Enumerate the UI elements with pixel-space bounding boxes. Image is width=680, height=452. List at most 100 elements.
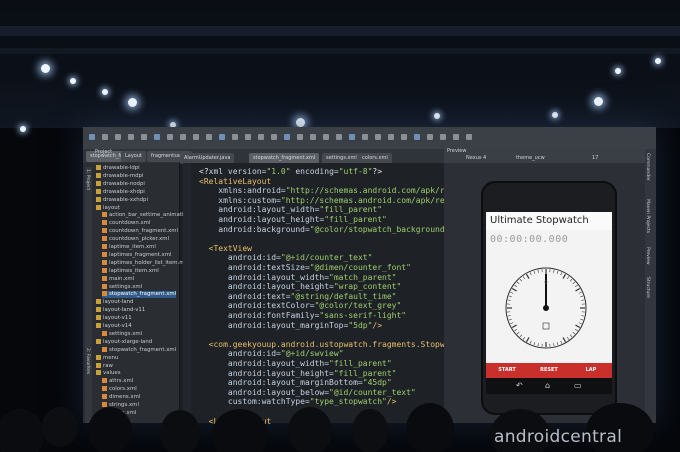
tree-folder[interactable]: drawable-nodpi bbox=[96, 180, 145, 188]
code-editor[interactable]: <?xml version="1.0" encoding="utf-8"?> <R… bbox=[191, 163, 474, 426]
toolbar-button-icon[interactable] bbox=[141, 134, 147, 140]
code-token: "fill_parent" bbox=[329, 359, 392, 368]
tree-file[interactable]: countdown_fragment.xml bbox=[102, 228, 178, 235]
reset-button[interactable]: RESET bbox=[528, 363, 570, 378]
tree-file[interactable]: countdown.xml bbox=[102, 220, 150, 227]
tree-folder[interactable]: menu bbox=[96, 354, 118, 362]
tree-file[interactable]: laptimes_fragment.xml bbox=[102, 251, 172, 259]
start-button[interactable]: START bbox=[486, 363, 528, 378]
editor-tab[interactable]: Layout bbox=[121, 151, 146, 162]
tree-file[interactable]: settings.xml bbox=[102, 283, 142, 291]
preview-tab[interactable]: Preview bbox=[645, 247, 650, 265]
code-line: <com.geekyouup.android.ustopwatch.fragme… bbox=[199, 340, 459, 350]
tree-folder[interactable]: values bbox=[96, 370, 121, 377]
stage-light bbox=[434, 113, 440, 119]
toolbar-button-icon[interactable] bbox=[89, 134, 95, 140]
code-line: android:layout_width="match_parent" bbox=[199, 273, 397, 283]
toolbar-button-icon[interactable] bbox=[310, 134, 316, 140]
toolbar-button-icon[interactable] bbox=[466, 134, 472, 140]
toolbar-button-icon[interactable] bbox=[323, 134, 329, 140]
tree-folder[interactable]: layout bbox=[96, 204, 120, 212]
tree-folder[interactable]: layout-land bbox=[96, 299, 133, 306]
toolbar-button-icon[interactable] bbox=[427, 134, 433, 140]
lighting-rig-lower bbox=[0, 48, 680, 54]
tree-file[interactable]: stopwatch_fragment.xml bbox=[102, 291, 177, 299]
tree-file[interactable]: laptime_item.xml bbox=[102, 244, 156, 251]
tree-file[interactable]: attrs.xml bbox=[102, 378, 133, 385]
toolbar-button-icon[interactable] bbox=[206, 134, 212, 140]
watermark: androidcentral bbox=[494, 427, 623, 447]
tree-folder[interactable]: layout-xlarge-land bbox=[96, 338, 152, 346]
toolbar-button-icon[interactable] bbox=[440, 134, 446, 140]
toolbar-button-icon[interactable] bbox=[271, 134, 277, 140]
folder-icon bbox=[96, 338, 101, 344]
tree-folder[interactable]: drawable-xxhdpi bbox=[96, 196, 148, 204]
toolbar-button-icon[interactable] bbox=[102, 134, 108, 140]
toolbar-button-icon[interactable] bbox=[128, 134, 134, 140]
tree-item-label: action_bar_settime_animatio bbox=[109, 212, 187, 219]
tree-folder[interactable]: drawable-ldpi bbox=[96, 165, 140, 172]
dial-tick bbox=[574, 328, 578, 332]
xml-file-icon bbox=[102, 378, 107, 384]
stage-light bbox=[41, 64, 50, 73]
tree-folder[interactable]: layout-v11 bbox=[96, 315, 132, 322]
api-selector[interactable]: 17 bbox=[592, 155, 598, 161]
home-icon[interactable]: ⌂ bbox=[545, 381, 550, 391]
toolbar-button-icon[interactable] bbox=[115, 134, 121, 140]
control-buttons: START RESET LAP bbox=[486, 363, 612, 378]
code-line: android:layout_height="wrap_content" bbox=[199, 282, 401, 292]
tree-file[interactable]: laptimes_item.xml bbox=[102, 267, 159, 275]
toolbar-button-icon[interactable] bbox=[401, 134, 407, 140]
folder-icon bbox=[96, 315, 101, 321]
theme-selector[interactable]: theme_ucw bbox=[516, 155, 545, 161]
stage-light bbox=[655, 58, 661, 64]
toolbar-button-icon[interactable] bbox=[414, 134, 420, 140]
device-screen: Ultimate Stopwatch 00:00:00.000 0 START … bbox=[486, 212, 612, 378]
toolbar-button-icon[interactable] bbox=[362, 134, 368, 140]
structure-tab[interactable]: Structure bbox=[645, 277, 650, 298]
tree-file[interactable]: settings.xml bbox=[102, 330, 142, 338]
tree-file[interactable]: action_bar_settime_animatio bbox=[102, 212, 187, 219]
toolbar-button-icon[interactable] bbox=[388, 134, 394, 140]
commander-tab[interactable]: Commander bbox=[645, 153, 650, 181]
tree-file[interactable]: colors.xml bbox=[102, 386, 137, 393]
toolbar-button-icon[interactable] bbox=[453, 134, 459, 140]
toolbar-button-icon[interactable] bbox=[258, 134, 264, 140]
tree-folder[interactable]: layout-land-v11 bbox=[96, 307, 145, 314]
toolbar-button-icon[interactable] bbox=[154, 134, 160, 140]
code-token: android:text= bbox=[199, 291, 291, 301]
tree-file[interactable]: laptimes_holder_list_item.m bbox=[102, 259, 185, 267]
toolbar-button-icon[interactable] bbox=[167, 134, 173, 140]
toolbar-button-icon[interactable] bbox=[284, 134, 290, 140]
toolbar-button-icon[interactable] bbox=[375, 134, 381, 140]
dial-tick bbox=[569, 278, 573, 282]
tree-folder[interactable]: layout-v14 bbox=[96, 323, 132, 330]
maven-projects-tab[interactable]: Maven Projects bbox=[645, 199, 650, 233]
toolbar-button-icon[interactable] bbox=[219, 134, 225, 140]
device-selector[interactable]: Nexus 4 bbox=[466, 155, 486, 161]
project-side-tab[interactable]: 1: Project bbox=[85, 169, 90, 190]
tree-file[interactable]: countdown_picker.xml bbox=[102, 236, 169, 243]
tree-item-label: laptime_item.xml bbox=[109, 244, 156, 250]
favorites-side-tab[interactable]: 2: Favorites bbox=[85, 348, 90, 374]
recent-apps-icon[interactable]: ▭ bbox=[574, 381, 582, 391]
code-token: android:layout_marginBottom= bbox=[199, 378, 363, 388]
toolbar-button-icon[interactable] bbox=[349, 134, 355, 140]
toolbar-button-icon[interactable] bbox=[245, 134, 251, 140]
tree-file[interactable]: stopwatch_fragment.xml bbox=[102, 346, 176, 354]
tree-folder[interactable]: drawable-xhdpi bbox=[96, 188, 145, 196]
toolbar-button-icon[interactable] bbox=[232, 134, 238, 140]
tree-folder[interactable]: raw bbox=[96, 362, 113, 370]
lighting-rig bbox=[0, 26, 680, 36]
back-icon[interactable]: ↶ bbox=[516, 381, 523, 391]
tree-folder[interactable]: drawable-mdpi bbox=[96, 172, 143, 180]
toolbar-button-icon[interactable] bbox=[193, 134, 199, 140]
toolbar-button-icon[interactable] bbox=[336, 134, 342, 140]
dial-tick bbox=[556, 270, 559, 274]
toolbar-button-icon[interactable] bbox=[297, 134, 303, 140]
lap-button[interactable]: LAP bbox=[570, 363, 612, 378]
tree-item-label: countdown_fragment.xml bbox=[109, 228, 179, 235]
code-line: xmlns:custom="http://schemas.android.com… bbox=[199, 196, 473, 206]
toolbar-button-icon[interactable] bbox=[180, 134, 186, 140]
tree-file[interactable]: main.xml bbox=[102, 275, 134, 283]
